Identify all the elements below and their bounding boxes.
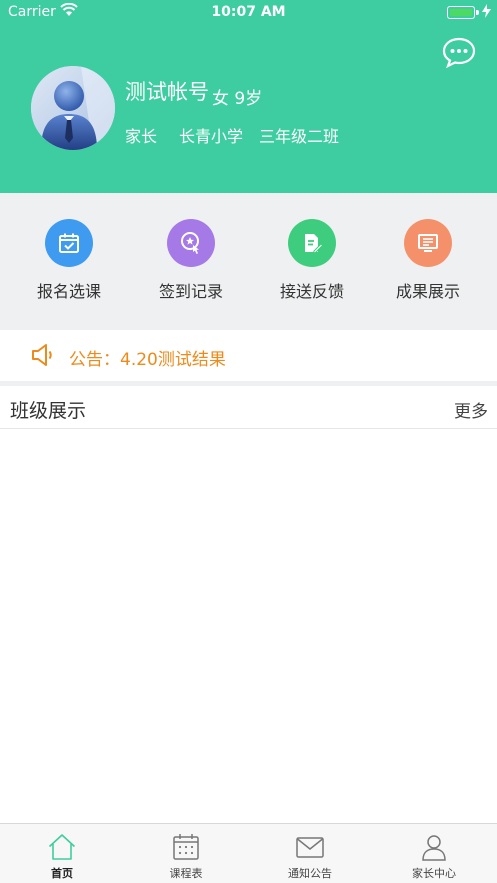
user-name: 测试帐号 — [125, 80, 209, 104]
user-class: 三年级二班 — [259, 127, 340, 146]
tab-schedule[interactable]: 课程表 — [124, 824, 248, 883]
menu-label: 签到记录 — [158, 282, 223, 301]
mail-icon — [296, 837, 324, 858]
menu-label: 接送反馈 — [279, 282, 344, 301]
menu-item-achievements[interactable]: 成果展示 — [373, 219, 483, 302]
status-bar: Carrier 10:07 AM — [0, 0, 497, 26]
menu-label: 成果展示 — [395, 282, 460, 301]
tab-label: 通知公告 — [288, 867, 332, 880]
menu-label: 报名选课 — [36, 282, 101, 301]
user-role: 家长 — [125, 127, 158, 146]
touch-star-icon — [167, 219, 215, 267]
tab-label: 课程表 — [169, 867, 203, 880]
user-info-line: 家长 长青小学 三年级二班 — [125, 123, 339, 147]
battery-icon — [447, 6, 475, 19]
chat-bubble-icon[interactable] — [441, 36, 477, 68]
document-edit-icon — [288, 219, 336, 267]
announcement-bar[interactable]: 公告：4.20测试结果 — [0, 330, 497, 381]
tab-label: 家长中心 — [412, 867, 456, 880]
person-icon — [422, 835, 446, 861]
user-avatar-icon — [31, 66, 115, 150]
class-showcase-header: 班级展示 更多 — [0, 386, 497, 429]
home-icon — [48, 834, 76, 860]
section-title: 班级展示 — [10, 400, 87, 422]
menu-item-course-signup[interactable]: 报名选课 — [14, 219, 124, 302]
tab-parent-center[interactable]: 家长中心 — [372, 824, 496, 883]
announcement-text[interactable]: 公告：4.20测试结果 — [69, 345, 226, 370]
tab-notices[interactable]: 通知公告 — [248, 824, 372, 883]
calendar-check-icon — [45, 219, 93, 267]
charging-icon — [482, 4, 491, 18]
user-school: 长青小学 — [179, 127, 244, 146]
menu-item-attendance[interactable]: 签到记录 — [136, 219, 246, 302]
battery-tip — [476, 10, 479, 15]
tab-bar: 首页 课程表 通知公告 家长中心 — [0, 823, 497, 883]
clock: 10:07 AM — [211, 4, 286, 20]
user-gender-age: 女 9岁 — [212, 89, 263, 109]
speaker-icon — [32, 344, 52, 366]
calendar-grid-icon — [173, 834, 199, 860]
menu-item-pickup-feedback[interactable]: 接送反馈 — [257, 219, 367, 302]
more-link[interactable]: 更多 — [454, 397, 488, 422]
display-board-icon — [404, 219, 452, 267]
profile-header: Carrier 10:07 AM 测试帐号 女 9岁 家长 长青小学 三年级二班 — [0, 0, 497, 193]
feature-menu: 报名选课 签到记录 接送反馈 成果展示 — [0, 193, 497, 330]
avatar[interactable] — [31, 66, 115, 150]
tab-home[interactable]: 首页 — [0, 824, 124, 883]
tab-label: 首页 — [51, 867, 73, 880]
